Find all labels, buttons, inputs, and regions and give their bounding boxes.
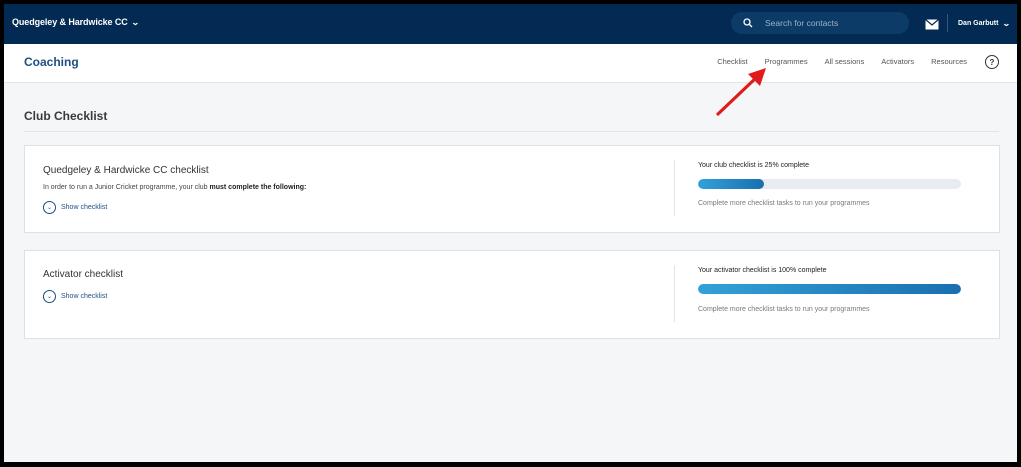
show-checklist-label: Show checklist bbox=[61, 293, 108, 300]
chevron-down-icon: ⌄ bbox=[1002, 19, 1012, 28]
progress-bar bbox=[698, 179, 961, 189]
progress-label: Your activator checklist is 100% complet… bbox=[698, 267, 827, 274]
user-menu[interactable]: Dan Garbutt ⌄ bbox=[958, 19, 1012, 28]
description-emphasis: must complete the following: bbox=[209, 184, 307, 191]
mail-icon[interactable] bbox=[925, 17, 939, 30]
org-switcher[interactable]: Quedgeley & Hardwicke CC ⌄ bbox=[12, 17, 140, 27]
progress-fill bbox=[698, 284, 961, 294]
card-title: Activator checklist bbox=[43, 269, 124, 280]
show-checklist-toggle[interactable]: ⌄ Show checklist bbox=[43, 201, 107, 214]
user-name: Dan Garbutt bbox=[958, 20, 999, 27]
search-icon bbox=[743, 17, 755, 29]
top-bar: Quedgeley & Hardwicke CC ⌄ Dan Garbutt ⌄ bbox=[4, 4, 1017, 44]
show-checklist-toggle[interactable]: ⌄ Show checklist bbox=[43, 290, 107, 303]
org-name: Quedgeley & Hardwicke CC bbox=[12, 17, 128, 27]
card-description: In order to run a Junior Cricket program… bbox=[43, 184, 306, 191]
activator-checklist-card: Activator checklist ⌄ Show checklist You… bbox=[24, 250, 1000, 339]
chevron-down-icon: ⌄ bbox=[130, 17, 140, 27]
page-title: Club Checklist bbox=[24, 109, 108, 123]
chevron-down-icon: ⌄ bbox=[43, 290, 56, 303]
card-title: Quedgeley & Hardwicke CC checklist bbox=[43, 165, 209, 176]
nav-link-activators[interactable]: Activators bbox=[881, 57, 914, 66]
show-checklist-label: Show checklist bbox=[61, 204, 108, 211]
progress-bar bbox=[698, 284, 961, 294]
help-icon[interactable]: ? bbox=[985, 55, 999, 69]
description-text: In order to run a Junior Cricket program… bbox=[43, 184, 210, 191]
annotation-arrow-icon bbox=[716, 68, 766, 116]
section-title: Coaching bbox=[24, 55, 79, 69]
card-divider bbox=[674, 160, 675, 216]
search-input[interactable] bbox=[763, 17, 907, 29]
progress-fill bbox=[698, 179, 764, 189]
nav-link-all-sessions[interactable]: All sessions bbox=[825, 57, 865, 66]
contact-search[interactable] bbox=[731, 12, 909, 34]
chevron-down-icon: ⌄ bbox=[43, 201, 56, 214]
card-divider bbox=[674, 265, 675, 322]
progress-hint: Complete more checklist tasks to run you… bbox=[698, 306, 870, 313]
title-divider bbox=[24, 131, 999, 132]
progress-label: Your club checklist is 25% complete bbox=[698, 162, 810, 169]
progress-hint: Complete more checklist tasks to run you… bbox=[698, 200, 870, 207]
nav-link-resources[interactable]: Resources bbox=[931, 57, 967, 66]
club-checklist-card: Quedgeley & Hardwicke CC checklist In or… bbox=[24, 145, 1000, 233]
section-nav: Coaching Checklist Programmes All sessio… bbox=[4, 44, 1017, 83]
topbar-divider bbox=[947, 14, 948, 32]
app-frame: Quedgeley & Hardwicke CC ⌄ Dan Garbutt ⌄… bbox=[4, 4, 1017, 462]
